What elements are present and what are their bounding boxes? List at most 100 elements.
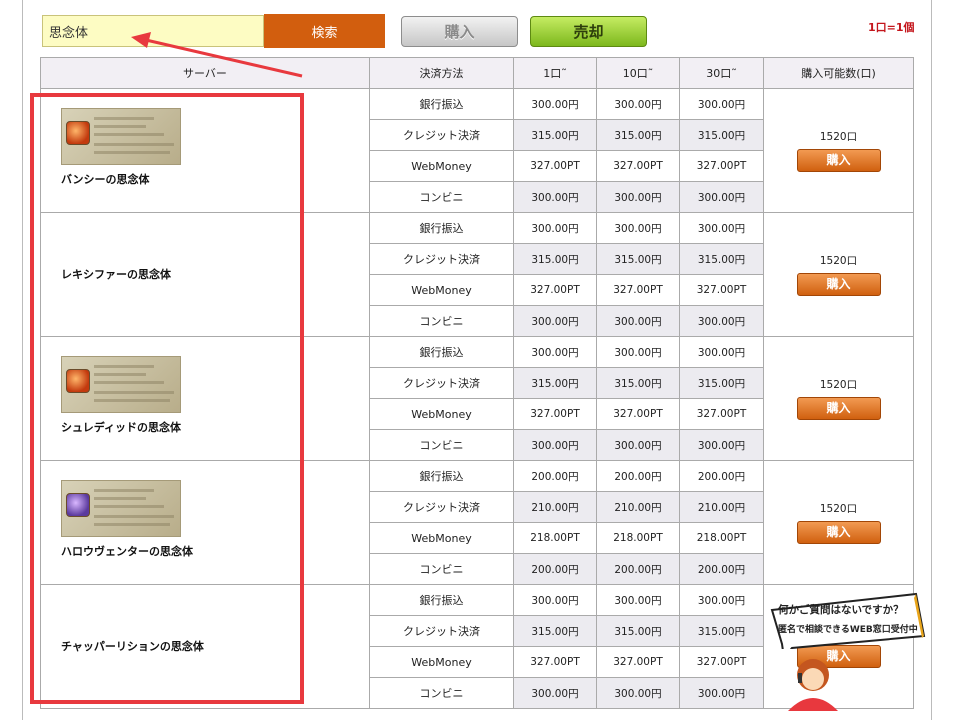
- payment-method: コンビニ: [369, 181, 514, 213]
- item-thumbnail-icon: [61, 480, 181, 537]
- price-cell: 200.00円: [596, 460, 680, 492]
- help-bubble[interactable]: 何かご質問はないですか？ 匿名で相談できるWEB窓口受付中: [766, 592, 926, 661]
- price-cell: 300.00円: [513, 212, 597, 244]
- payment-method: コンビニ: [369, 677, 514, 709]
- speech-bubble-icon: [770, 592, 926, 661]
- thumbnail-text-line: [94, 505, 164, 508]
- price-cell: 300.00円: [679, 584, 764, 616]
- payment-method: クレジット決済: [369, 615, 514, 647]
- price-cell: 300.00円: [596, 584, 680, 616]
- price-cell: 315.00円: [596, 367, 680, 399]
- thumbnail-text-line: [94, 381, 164, 384]
- price-cell: 300.00円: [513, 584, 597, 616]
- server-name: レキシファーの思念体: [61, 268, 171, 281]
- price-cell: 200.00円: [513, 460, 597, 492]
- header-qty-1: 1口˜: [513, 57, 597, 89]
- thumbnail-text-line: [94, 143, 174, 146]
- table-row: シュレディッドの思念体 銀行振込 300.00円 300.00円 300.00円 1520…: [40, 336, 914, 461]
- price-cell: 300.00円: [596, 181, 680, 213]
- gem-icon: [66, 121, 90, 145]
- price-cell: 300.00円: [596, 305, 680, 337]
- server-name: バンシーの思念体: [61, 173, 150, 186]
- available-count: 1520口: [819, 379, 858, 391]
- available-count: 1520口: [819, 131, 858, 143]
- price-cell: 315.00円: [513, 367, 597, 399]
- price-cell: 218.00PT: [513, 522, 597, 554]
- payment-method: コンビニ: [369, 305, 514, 337]
- availability-cell: 1520口購入: [763, 212, 914, 337]
- payment-method: 銀行振込: [369, 584, 514, 616]
- price-cell: 315.00円: [513, 243, 597, 275]
- price-cell: 315.00円: [513, 615, 597, 647]
- payment-method: クレジット決済: [369, 243, 514, 275]
- price-cell: 315.00円: [679, 615, 764, 647]
- server-cell: バンシーの思念体: [40, 88, 370, 213]
- sell-mode-button[interactable]: 売却: [530, 16, 647, 47]
- price-cell: 327.00PT: [679, 274, 764, 306]
- payment-method: WebMoney: [369, 522, 514, 554]
- price-cell: 210.00円: [596, 491, 680, 523]
- thumbnail-text-line: [94, 133, 164, 136]
- thumbnail-text-line: [94, 125, 146, 128]
- table-row: レキシファーの思念体 銀行振込 300.00円 300.00円 300.00円 1520口…: [40, 212, 914, 337]
- price-cell: 300.00円: [679, 212, 764, 244]
- search-button[interactable]: 検索: [264, 14, 385, 48]
- price-cell: 200.00円: [679, 553, 764, 585]
- payment-method: クレジット決済: [369, 491, 514, 523]
- price-cell: 300.00円: [596, 212, 680, 244]
- help-line-1: 何かご質問はないですか？: [778, 604, 904, 616]
- price-cell: 300.00円: [679, 677, 764, 709]
- payment-method: クレジット決済: [369, 119, 514, 151]
- availability-cell: 1520口購入: [763, 460, 914, 585]
- price-cell: 327.00PT: [679, 398, 764, 430]
- item-thumbnail-icon: [61, 108, 181, 165]
- header-qty-30: 30口˜: [679, 57, 764, 89]
- thumbnail-text-line: [94, 515, 174, 518]
- payment-method: 銀行振込: [369, 212, 514, 244]
- payment-method: クレジット決済: [369, 367, 514, 399]
- price-cell: 315.00円: [679, 119, 764, 151]
- available-count: 1520口: [819, 503, 858, 515]
- price-cell: 300.00円: [513, 305, 597, 337]
- buy-button[interactable]: 購入: [796, 521, 881, 544]
- thumbnail-text-line: [94, 391, 174, 394]
- price-cell: 210.00円: [513, 491, 597, 523]
- price-cell: 327.00PT: [679, 150, 764, 182]
- thumbnail-text-line: [94, 497, 146, 500]
- buy-button[interactable]: 購入: [796, 397, 881, 420]
- table-row: バンシーの思念体 銀行振込 300.00円 300.00円 300.00円 1520口 購入: [40, 88, 914, 213]
- payment-method: WebMoney: [369, 398, 514, 430]
- server-name: シュレディッドの思念体: [61, 421, 182, 434]
- price-cell: 327.00PT: [513, 274, 597, 306]
- header-method: 決済方法: [369, 57, 514, 89]
- thumbnail-text-line: [94, 151, 170, 154]
- price-cell: 300.00円: [596, 429, 680, 461]
- buy-mode-button[interactable]: 購入: [401, 16, 518, 47]
- server-cell: シュレディッドの思念体: [40, 336, 370, 461]
- price-cell: 327.00PT: [679, 646, 764, 678]
- table-row: ハロウヴェンターの思念体 銀行振込 200.00円 200.00円 200.00円 152…: [40, 460, 914, 585]
- price-cell: 327.00PT: [596, 398, 680, 430]
- price-cell: 300.00円: [513, 429, 597, 461]
- price-cell: 327.00PT: [596, 646, 680, 678]
- payment-method: コンビニ: [369, 429, 514, 461]
- availability-cell: 1520口購入: [763, 336, 914, 461]
- payment-method: WebMoney: [369, 150, 514, 182]
- price-cell: 200.00円: [596, 553, 680, 585]
- server-cell: レキシファーの思念体: [40, 212, 370, 337]
- buy-button[interactable]: 購入: [796, 149, 881, 172]
- price-cell: 327.00PT: [513, 398, 597, 430]
- price-cell: 218.00PT: [596, 522, 680, 554]
- server-cell: ハロウヴェンターの思念体: [40, 460, 370, 585]
- price-cell: 327.00PT: [596, 274, 680, 306]
- price-cell: 315.00円: [596, 615, 680, 647]
- thumbnail-text-line: [94, 373, 146, 376]
- thumbnail-text-line: [94, 399, 170, 402]
- server-name: チャッパーリションの思念体: [61, 640, 204, 653]
- price-cell: 300.00円: [679, 88, 764, 120]
- mascot-icon[interactable]: [778, 651, 848, 711]
- price-cell: 300.00円: [679, 305, 764, 337]
- price-cell: 315.00円: [679, 367, 764, 399]
- buy-button[interactable]: 購入: [796, 273, 881, 296]
- search-input[interactable]: [42, 15, 264, 47]
